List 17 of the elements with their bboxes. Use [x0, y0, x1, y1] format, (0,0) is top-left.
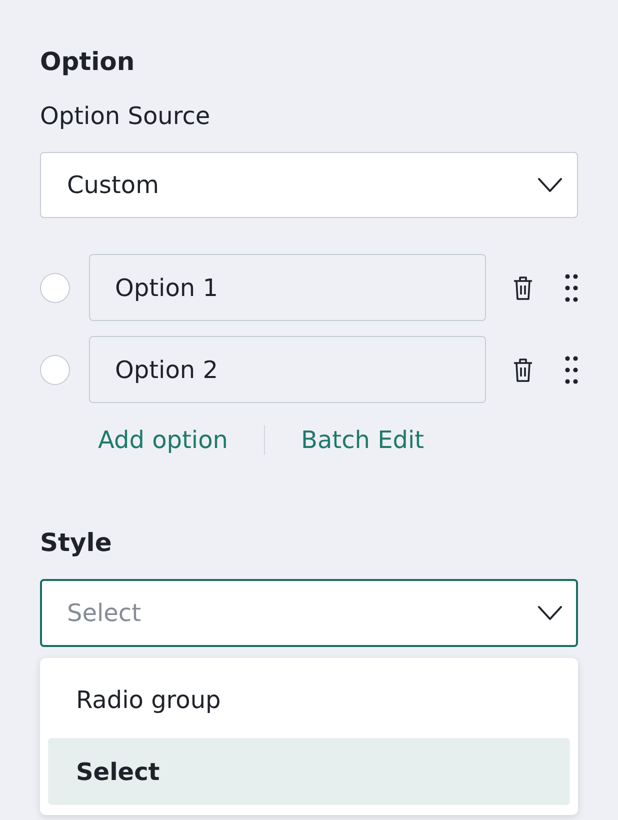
trash-icon[interactable] — [513, 358, 533, 382]
section-heading: Option — [40, 46, 136, 78]
option-source-select[interactable]: Custom — [40, 152, 578, 218]
chevron-down-icon — [538, 606, 562, 620]
option-input[interactable]: Option 2 — [89, 336, 486, 403]
drag-handle-icon[interactable] — [565, 356, 578, 384]
radio-button[interactable] — [40, 354, 70, 384]
menu-item[interactable]: Select — [48, 738, 570, 805]
text-link[interactable]: Add option — [98, 425, 228, 455]
field-label: Option Source — [40, 101, 212, 131]
text-link[interactable]: Batch Edit — [300, 425, 424, 455]
radio-button[interactable] — [40, 272, 70, 302]
option-input[interactable]: Option 1 — [89, 254, 486, 321]
trash-icon[interactable] — [513, 276, 533, 300]
chevron-down-icon — [538, 178, 562, 192]
drag-handle-icon[interactable] — [565, 274, 578, 302]
section-heading: Style — [40, 527, 113, 559]
